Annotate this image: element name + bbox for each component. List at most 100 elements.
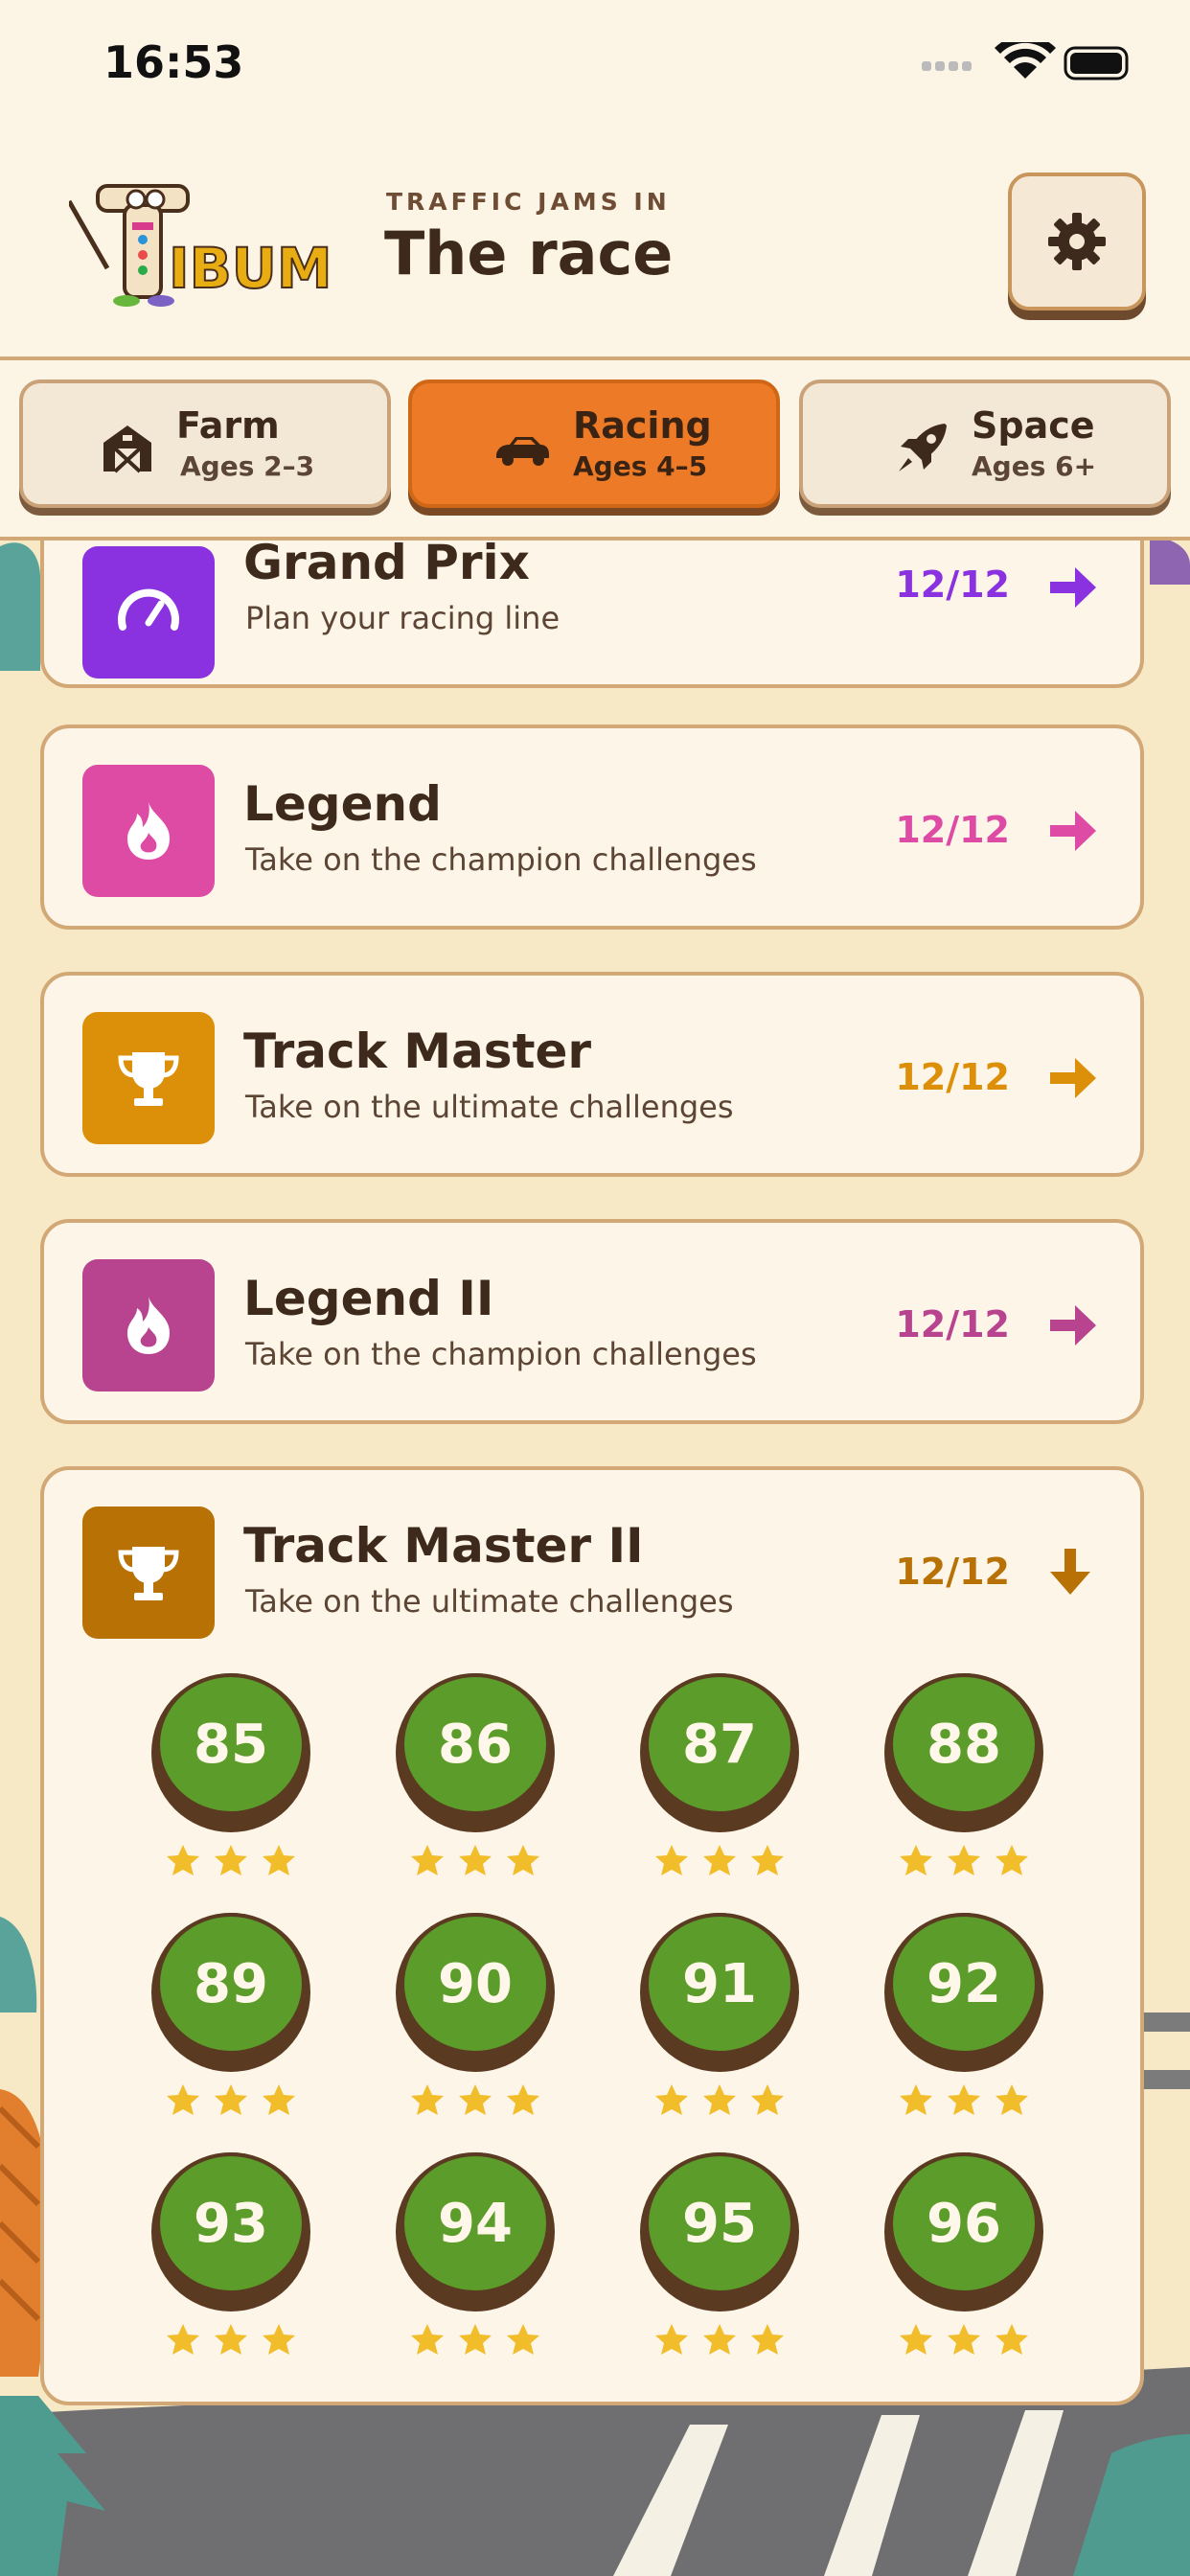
star-icon <box>507 2324 539 2355</box>
app-header: 16:53 IBUMO TRAFFIC JAMS IN Th <box>0 0 1190 360</box>
tab-farm-ages: Ages 2–3 <box>180 450 315 482</box>
arrow-right-icon <box>1050 1058 1096 1098</box>
trophy-icon <box>118 1052 179 1106</box>
level-number: 86 <box>400 1673 550 1815</box>
pack-progress: 12/12 <box>895 1056 1010 1098</box>
tab-space-ages: Ages 6+ <box>972 450 1097 482</box>
level-button[interactable]: 85 <box>151 1673 310 1832</box>
wifi-icon <box>995 42 1056 79</box>
star-icon <box>948 2084 980 2115</box>
level-button[interactable]: 91 <box>640 1913 799 2072</box>
level-stars <box>884 2083 1043 2122</box>
star-icon <box>751 2324 784 2355</box>
level-button[interactable]: 88 <box>884 1673 1043 1832</box>
star-icon <box>459 1845 492 1875</box>
arrow-right-icon <box>1050 811 1096 851</box>
level-button[interactable]: 87 <box>640 1673 799 1832</box>
tab-racing-ages: Ages 4–5 <box>573 450 708 482</box>
pack-description: Plan your racing line <box>245 600 561 636</box>
pack-badge <box>82 546 215 678</box>
pack-description: Take on the champion challenges <box>245 841 757 878</box>
pack-badge <box>82 765 215 897</box>
level-number: 94 <box>400 2152 550 2294</box>
star-icon <box>995 2324 1028 2355</box>
battery-icon <box>1064 46 1129 80</box>
level-stars <box>396 2083 555 2122</box>
level-button[interactable]: 89 <box>151 1913 310 2072</box>
level-stars <box>884 1844 1043 1882</box>
arrow-down-icon <box>1050 1549 1090 1595</box>
tab-racing[interactable]: Racing Ages 4–5 <box>408 380 780 508</box>
star-icon <box>167 2324 199 2355</box>
star-icon <box>995 1845 1028 1875</box>
level-stars <box>640 1844 799 1882</box>
rocket-icon <box>899 424 947 472</box>
level-button[interactable]: 93 <box>151 2152 310 2312</box>
star-icon <box>459 2324 492 2355</box>
level-number: 96 <box>889 2152 1039 2294</box>
level-number: 91 <box>645 1913 794 2055</box>
level-button[interactable]: 90 <box>396 1913 555 2072</box>
pack-description: Take on the champion challenges <box>245 1336 757 1372</box>
pack-card-track-master-ii[interactable]: Track Master II Take on the ultimate cha… <box>40 1466 1144 2405</box>
level-number: 93 <box>156 2152 306 2294</box>
pack-title: Grand Prix <box>243 535 530 590</box>
signal-icon <box>922 61 972 71</box>
tab-space[interactable]: Space Ages 6+ <box>799 380 1171 508</box>
level-button[interactable]: 96 <box>884 2152 1043 2312</box>
pack-description: Take on the ultimate challenges <box>245 1089 734 1125</box>
level-button[interactable]: 86 <box>396 1673 555 1832</box>
star-icon <box>263 2084 295 2115</box>
pack-title: Legend II <box>243 1271 494 1326</box>
tibumo-logo: IBUMO <box>69 184 333 307</box>
tab-farm-label: Farm <box>176 404 280 447</box>
level-number: 92 <box>889 1913 1039 2055</box>
pack-card-track-master[interactable]: Track Master Take on the ultimate challe… <box>40 972 1144 1177</box>
pack-badge <box>82 1259 215 1392</box>
star-icon <box>703 1845 736 1875</box>
pack-progress: 12/12 <box>895 564 1010 606</box>
level-number: 87 <box>645 1673 794 1815</box>
pack-title: Track Master II <box>243 1518 644 1574</box>
level-stars <box>640 2323 799 2361</box>
level-number: 89 <box>156 1913 306 2055</box>
star-icon <box>948 1845 980 1875</box>
level-stars <box>151 1844 310 1882</box>
status-icons <box>922 42 1129 80</box>
flame-icon <box>127 802 170 860</box>
level-button[interactable]: 94 <box>396 2152 555 2312</box>
pack-card-legend[interactable]: Legend Take on the champion challenges 1… <box>40 724 1144 930</box>
pack-card-legend-ii[interactable]: Legend II Take on the champion challenge… <box>40 1219 1144 1424</box>
star-icon <box>703 2324 736 2355</box>
pack-progress: 12/12 <box>895 1551 1010 1593</box>
arrow-right-icon <box>1050 1305 1096 1346</box>
barn-icon <box>103 426 151 473</box>
level-stars <box>396 1844 555 1882</box>
settings-button[interactable] <box>1008 172 1146 310</box>
level-number: 85 <box>156 1673 306 1815</box>
star-icon <box>411 2324 444 2355</box>
star-icon <box>459 2084 492 2115</box>
level-button[interactable]: 92 <box>884 1913 1043 2072</box>
status-time: 16:53 <box>103 36 244 88</box>
trophy-icon <box>118 1547 179 1600</box>
star-icon <box>215 2084 247 2115</box>
star-icon <box>703 2084 736 2115</box>
star-icon <box>215 2324 247 2355</box>
page-title: The race <box>384 218 674 288</box>
tab-space-label: Space <box>972 404 1095 447</box>
star-icon <box>751 2084 784 2115</box>
star-icon <box>900 1845 932 1875</box>
level-button[interactable]: 95 <box>640 2152 799 2312</box>
page-subtitle: TRAFFIC JAMS IN <box>386 188 671 216</box>
tab-farm[interactable]: Farm Ages 2–3 <box>19 380 391 508</box>
pack-title: Legend <box>243 776 442 832</box>
tab-bar-overlay: Farm Ages 2–3 Racing Ages 4–5 Space Ages… <box>0 360 1190 540</box>
star-icon <box>900 2324 932 2355</box>
car-icon <box>496 437 549 466</box>
star-icon <box>263 1845 295 1875</box>
pack-badge <box>82 1012 215 1144</box>
level-stars <box>151 2083 310 2122</box>
level-number: 90 <box>400 1913 550 2055</box>
star-icon <box>995 2084 1028 2115</box>
